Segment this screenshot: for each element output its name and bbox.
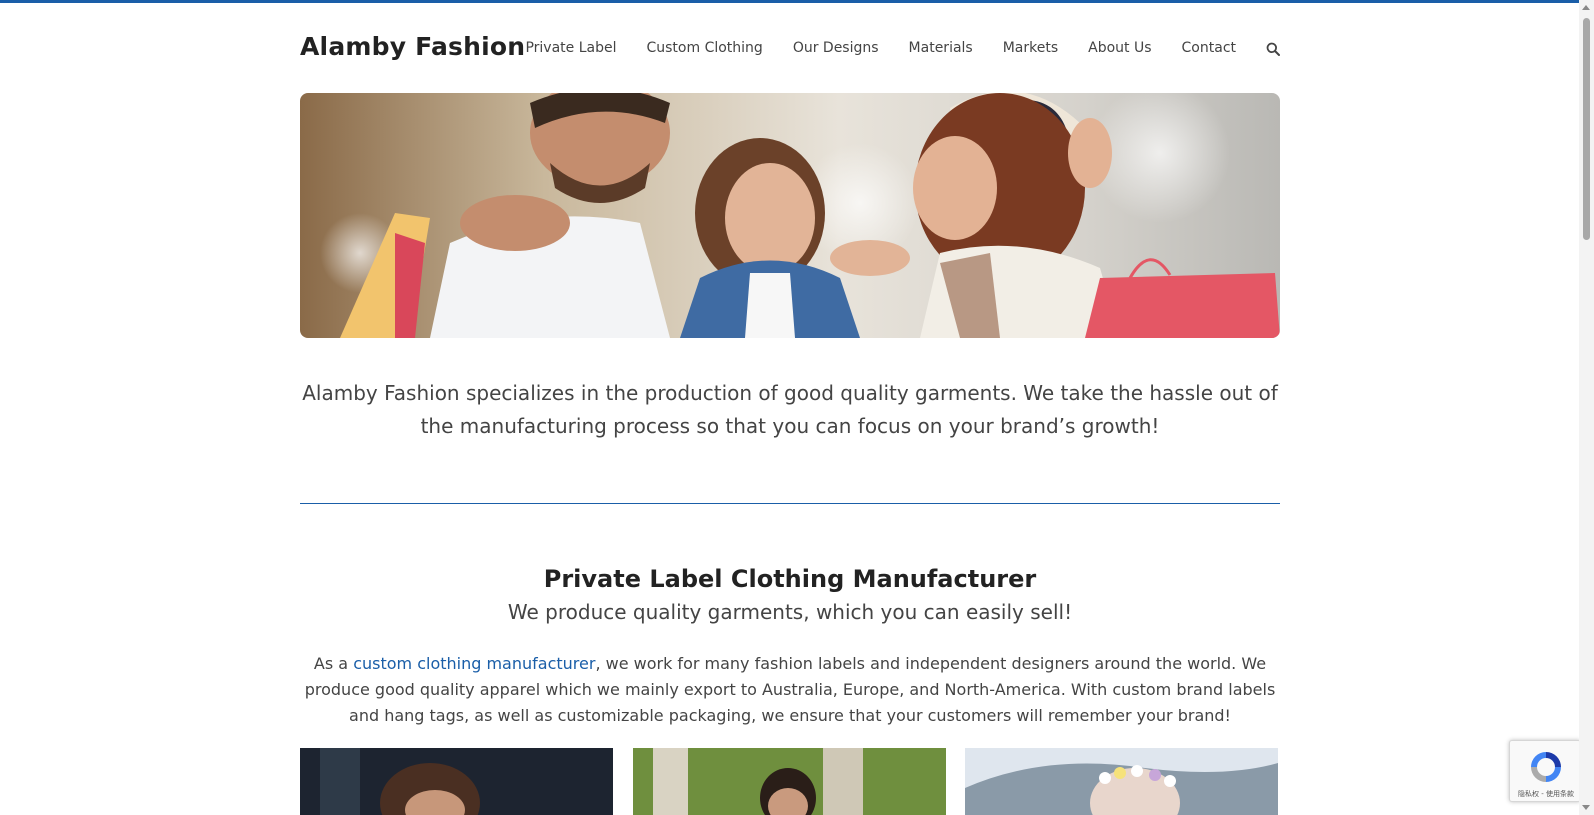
custom-clothing-manufacturer-link[interactable]: custom clothing manufacturer [353, 654, 595, 673]
nav-contact[interactable]: Contact [1182, 40, 1236, 56]
section-heading: Private Label Clothing Manufacturer [543, 565, 1037, 593]
nav-our-designs[interactable]: Our Designs [793, 40, 879, 56]
search-icon[interactable] [1266, 41, 1280, 56]
page-scrollbar[interactable] [1579, 0, 1594, 815]
scrollbar-thumb[interactable] [1583, 18, 1590, 240]
nav-custom-clothing[interactable]: Custom Clothing [646, 40, 762, 56]
main-nav: Private Label Custom Clothing Our Design… [495, 40, 1280, 56]
body-text-before: As a [313, 654, 354, 673]
scroll-up-arrow-icon[interactable] [1582, 5, 1590, 10]
design-thumbnail-image[interactable] [300, 748, 613, 815]
site-logo[interactable]: Alamby Fashion [300, 32, 525, 61]
recaptcha-terms-text[interactable]: 隐私权 - 使用条款 [1510, 789, 1582, 799]
nav-about-us[interactable]: About Us [1088, 40, 1151, 56]
scroll-down-arrow-icon[interactable] [1582, 805, 1590, 810]
site-header: Alamby Fashion Private Label Custom Clot… [300, 30, 1280, 70]
section-body-paragraph: As a custom clothing manufacturer, we wo… [300, 651, 1280, 729]
recaptcha-badge[interactable]: 隐私权 - 使用条款 [1509, 740, 1581, 802]
hero-family-shopping-image [300, 93, 1280, 338]
top-accent-bar [0, 0, 1594, 3]
nav-markets[interactable]: Markets [1003, 40, 1058, 56]
recaptcha-icon [1531, 752, 1561, 782]
section-subheading: We produce quality garments, which you c… [507, 600, 1073, 624]
design-thumbnail-image[interactable] [965, 748, 1278, 815]
section-divider [300, 503, 1280, 504]
nav-private-label[interactable]: Private Label [525, 40, 616, 56]
design-thumbnail-image[interactable] [633, 748, 946, 815]
intro-paragraph: Alamby Fashion specializes in the produc… [302, 381, 1278, 438]
nav-materials[interactable]: Materials [909, 40, 973, 56]
